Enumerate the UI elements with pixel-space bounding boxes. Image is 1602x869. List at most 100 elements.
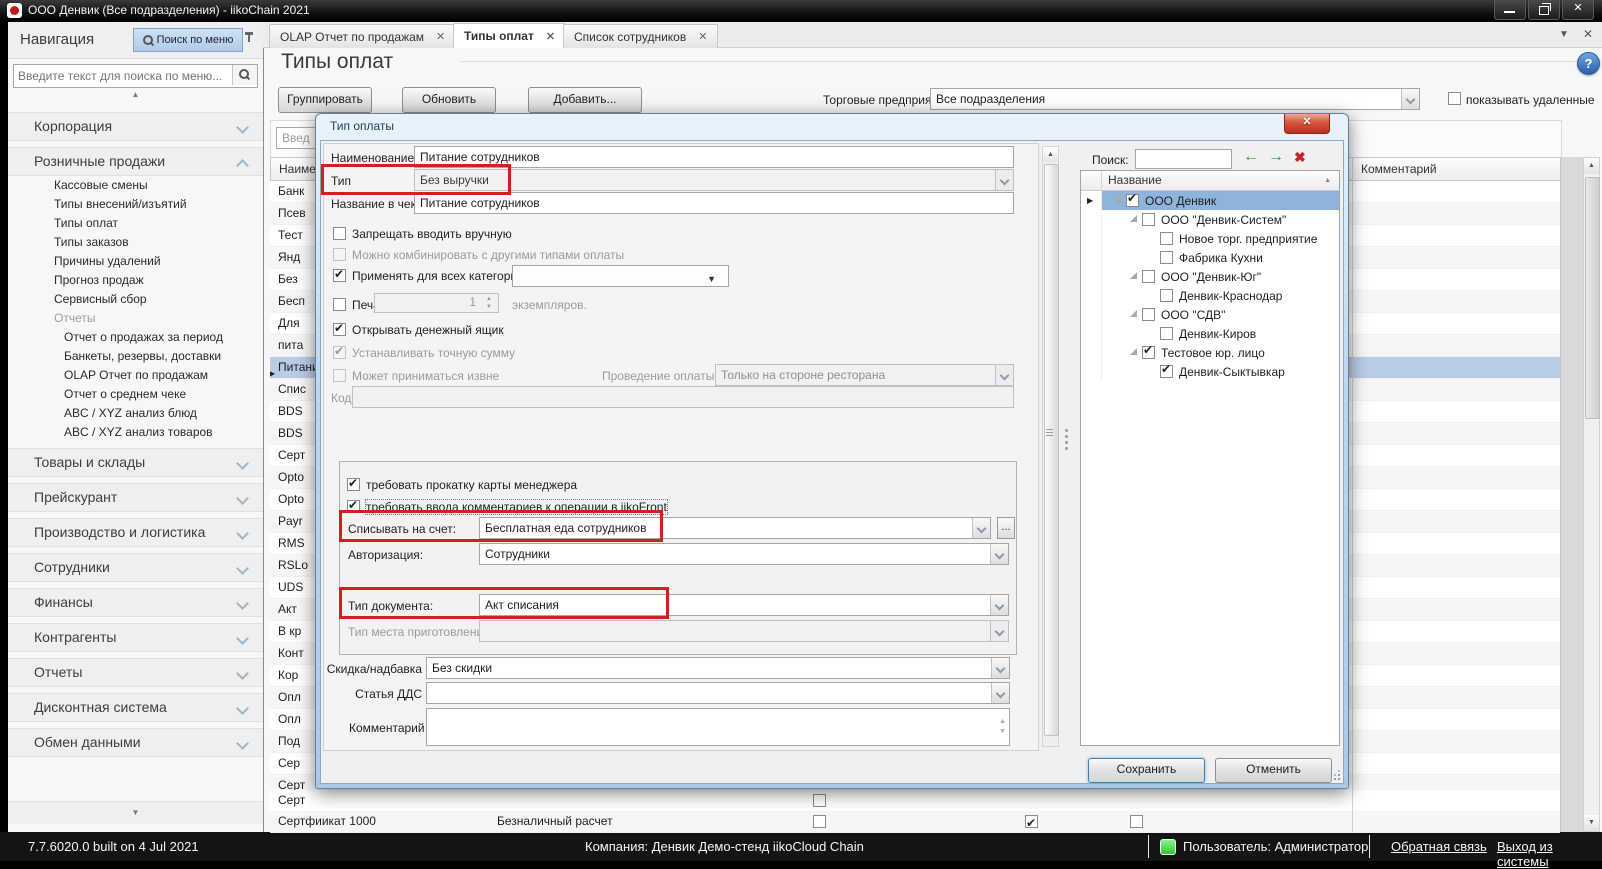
- show-deleted-checkbox[interactable]: [1448, 92, 1461, 105]
- resize-grip[interactable]: [1338, 778, 1340, 780]
- nav-menu-item[interactable]: Сервисный сбор: [8, 290, 263, 309]
- tab-olap-report[interactable]: OLAP Отчет по продажам✕: [269, 24, 456, 48]
- nav-menu-item[interactable]: Прейскурант: [8, 483, 263, 512]
- expander-icon[interactable]: [1130, 215, 1137, 222]
- cookplace-combo[interactable]: [479, 620, 1009, 642]
- tree-row[interactable]: ▶ ООО "Денвик-Систем": [1081, 210, 1339, 229]
- clear-search-icon[interactable]: ✖: [1294, 147, 1306, 167]
- tab-payment-types[interactable]: Типы оплат✕: [453, 23, 566, 48]
- nav-menu-item[interactable]: Прогноз продаж: [8, 271, 263, 290]
- pin-icon[interactable]: [248, 32, 250, 42]
- tree-row[interactable]: ▶ Тестовое юр. лицо: [1081, 343, 1339, 362]
- tree-checkbox[interactable]: [1160, 251, 1173, 264]
- nav-search-input[interactable]: [16, 66, 230, 86]
- tree-checkbox[interactable]: [1160, 327, 1173, 340]
- nav-menu-item[interactable]: ABC / XYZ анализ блюд: [8, 404, 263, 423]
- nav-menu-item[interactable]: Причины удалений: [8, 252, 263, 271]
- scroll-up-icon[interactable]: ▲: [1043, 147, 1058, 162]
- row-checkbox[interactable]: [1130, 815, 1143, 828]
- nav-menu-item[interactable]: Кассовые смены: [8, 176, 263, 195]
- tab-employee-list[interactable]: Список сотрудников✕: [563, 24, 718, 48]
- row-checkbox[interactable]: [1025, 815, 1038, 828]
- nav-menu-item[interactable]: Типы внесений/изъятий: [8, 195, 263, 214]
- add-button[interactable]: Добавить...: [528, 87, 642, 113]
- nav-search-button[interactable]: [232, 65, 257, 85]
- combine-checkbox[interactable]: [333, 248, 346, 261]
- comment-textarea[interactable]: ▲ ▼: [426, 708, 1010, 746]
- expander-icon[interactable]: [1130, 310, 1137, 317]
- expander-icon[interactable]: [1130, 272, 1137, 279]
- tree-row[interactable]: ▶ Денвик-Киров: [1081, 324, 1339, 343]
- writeoff-more-button[interactable]: ...: [997, 517, 1015, 539]
- nav-menu-item[interactable]: ABC / XYZ анализ товаров: [8, 423, 263, 442]
- tab-close-icon[interactable]: ✕: [436, 30, 445, 43]
- scroll-up-icon[interactable]: ▲: [1584, 158, 1599, 174]
- dialog-close-button[interactable]: ✕: [1284, 114, 1330, 134]
- minimize-button[interactable]: [1494, 0, 1526, 20]
- splitter-handle[interactable]: [1065, 429, 1068, 432]
- nav-menu-item[interactable]: Товары и склады: [8, 448, 263, 477]
- help-icon[interactable]: ?: [1577, 52, 1600, 75]
- nav-menu-item[interactable]: Типы оплат: [8, 214, 263, 233]
- tree-checkbox[interactable]: [1160, 365, 1173, 378]
- receipt-name-field[interactable]: Питание сотрудников: [414, 192, 1014, 214]
- tab-close-icon[interactable]: ✕: [546, 30, 555, 43]
- chevron-down-icon[interactable]: [1401, 89, 1419, 109]
- tab-strip-close-icon[interactable]: ✕: [1583, 27, 1593, 41]
- scrollbar-thumb[interactable]: [1044, 164, 1059, 736]
- nav-menu-item[interactable]: Отчеты: [8, 658, 263, 687]
- forbid-manual-checkbox[interactable]: [333, 227, 346, 240]
- tree-row[interactable]: ▶ ООО "Денвик-Юг": [1081, 267, 1339, 286]
- print-receipt-checkbox[interactable]: [333, 298, 346, 311]
- nav-menu-item[interactable]: Производство и логистика: [8, 518, 263, 547]
- tree-row[interactable]: ▶ Денвик-Краснодар: [1081, 286, 1339, 305]
- tab-list-dropdown-icon[interactable]: ▼: [1559, 29, 1569, 40]
- code-field[interactable]: [352, 386, 1014, 408]
- nav-menu-item[interactable]: Финансы: [8, 588, 263, 617]
- nav-menu-item[interactable]: Сотрудники: [8, 553, 263, 582]
- tree-row[interactable]: ▶ Новое торг. предприятие: [1081, 229, 1339, 248]
- next-arrow-icon[interactable]: →: [1268, 147, 1284, 167]
- copies-spinner[interactable]: 1 ▲ ▼: [374, 293, 499, 313]
- scrollbar-thumb[interactable]: [1585, 177, 1600, 419]
- nav-menu-item[interactable]: Отчет о продажах за период: [8, 328, 263, 347]
- tree-row[interactable]: ▶ Фабрика Кухни: [1081, 248, 1339, 267]
- menu-search-button[interactable]: Поиск по меню: [133, 28, 243, 52]
- save-button[interactable]: Сохранить: [1088, 758, 1205, 783]
- refresh-button[interactable]: Обновить: [402, 87, 496, 113]
- nav-menu-item[interactable]: OLAP Отчет по продажам: [8, 366, 263, 385]
- nav-menu-item[interactable]: Корпорация: [8, 112, 263, 141]
- open-drawer-checkbox[interactable]: [333, 323, 346, 336]
- tree-checkbox[interactable]: [1160, 289, 1173, 302]
- nav-menu-item[interactable]: Банкеты, резервы, доставки: [8, 347, 263, 366]
- table-row[interactable]: Сертфиикат 1000 Безналичный расчет: [270, 811, 1560, 833]
- tree-row[interactable]: ▶ Денвик-Сыктывкар: [1081, 362, 1339, 381]
- discount-combo[interactable]: Без скидки: [426, 657, 1010, 679]
- tree-row[interactable]: ▶ ООО Денвик: [1081, 191, 1339, 210]
- spin-down-icon[interactable]: ▼: [482, 303, 496, 311]
- processing-combo[interactable]: Только на стороне ресторана: [715, 364, 1014, 386]
- tree-checkbox[interactable]: [1142, 213, 1155, 226]
- column-comment-header[interactable]: Комментарий: [1361, 162, 1437, 176]
- feedback-link[interactable]: Обратная связь: [1391, 839, 1487, 854]
- row-checkbox[interactable]: [813, 815, 826, 828]
- nav-menu-item[interactable]: Дисконтная система: [8, 693, 263, 722]
- tab-close-icon[interactable]: ✕: [698, 30, 707, 43]
- tree-checkbox[interactable]: [1126, 194, 1139, 207]
- nav-menu-item[interactable]: Отчет о среднем чеке: [8, 385, 263, 404]
- tree-checkbox[interactable]: [1160, 232, 1173, 245]
- row-checkbox[interactable]: [813, 794, 826, 807]
- tree-checkbox[interactable]: [1142, 270, 1155, 283]
- prev-arrow-icon[interactable]: ←: [1243, 147, 1259, 167]
- tree-search-input[interactable]: [1135, 149, 1232, 169]
- table-row[interactable]: Серт: [270, 790, 1560, 812]
- exact-amount-checkbox[interactable]: [333, 346, 346, 359]
- auth-combo[interactable]: Сотрудники: [479, 543, 1009, 565]
- form-scrollbar[interactable]: ▲: [1042, 146, 1059, 747]
- tree-checkbox[interactable]: [1142, 346, 1155, 359]
- cancel-button[interactable]: Отменить: [1215, 758, 1332, 783]
- tree-checkbox[interactable]: [1142, 308, 1155, 321]
- spin-up-icon[interactable]: ▲: [482, 295, 496, 303]
- nav-menu-item[interactable]: Розничные продажи: [8, 147, 263, 176]
- nav-menu-item[interactable]: Контрагенты: [8, 623, 263, 652]
